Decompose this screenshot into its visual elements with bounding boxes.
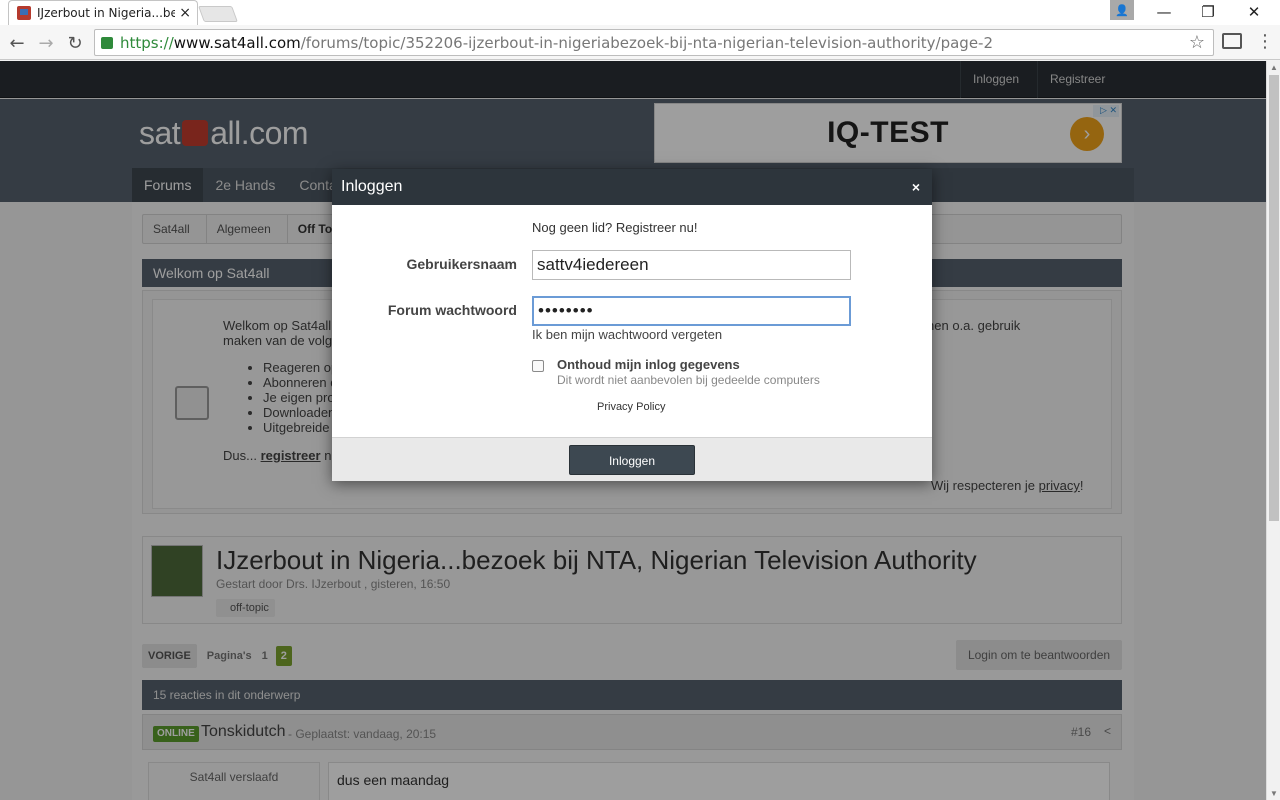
browser-tab[interactable]: IJzerbout in Nigeria...bezo × xyxy=(8,0,198,25)
page-scrollbar[interactable]: ▲ ▼ xyxy=(1266,61,1280,800)
username-field[interactable] xyxy=(532,250,851,280)
back-button[interactable]: ← xyxy=(5,31,29,55)
dialog-footer: Inloggen xyxy=(332,437,932,481)
scroll-up-icon[interactable]: ▲ xyxy=(1270,63,1278,72)
remember-me-hint: Dit wordt niet aanbevolen bij gedeelde c… xyxy=(557,373,820,387)
cast-icon[interactable] xyxy=(1222,33,1242,49)
dialog-close-icon[interactable]: × xyxy=(912,169,920,205)
profile-icon[interactable]: 👤 xyxy=(1110,0,1134,20)
url-path: /forums/topic/352206-ijzerbout-in-nigeri… xyxy=(300,33,993,52)
dialog-header: Inloggen × xyxy=(332,169,932,205)
restore-button[interactable]: ❐ xyxy=(1186,0,1230,24)
password-label: Forum wachtwoord xyxy=(387,302,517,318)
privacy-policy-link[interactable]: Privacy Policy xyxy=(597,401,665,413)
dialog-title: Inloggen xyxy=(341,178,403,195)
address-bar[interactable]: https://www.sat4all.com/forums/topic/352… xyxy=(94,29,1214,56)
remember-me-label[interactable]: Onthoud mijn inlog gegevens xyxy=(557,357,740,372)
minimize-button[interactable]: — xyxy=(1142,0,1186,24)
tab-close-icon[interactable]: × xyxy=(179,5,191,21)
url-host: www.sat4all.com xyxy=(173,33,301,52)
login-dialog: Inloggen × Nog geen lid? Registreer nu! … xyxy=(332,169,932,481)
favicon-icon xyxy=(17,6,31,20)
bookmark-star-icon[interactable]: ☆ xyxy=(1189,32,1205,53)
remember-me-checkbox[interactable] xyxy=(532,360,544,372)
url-scheme: https:// xyxy=(120,33,174,52)
login-submit-button[interactable]: Inloggen xyxy=(569,445,695,475)
close-window-button[interactable]: ✕ xyxy=(1232,0,1276,24)
username-label: Gebruikersnaam xyxy=(406,256,518,272)
browser-menu-icon[interactable]: ⋮ xyxy=(1256,31,1274,52)
scrollbar-thumb[interactable] xyxy=(1269,75,1279,521)
tab-title: IJzerbout in Nigeria...bezo xyxy=(37,6,176,20)
register-now-link[interactable]: Nog geen lid? Registreer nu! xyxy=(532,220,698,235)
password-field[interactable] xyxy=(532,296,851,326)
lock-icon xyxy=(101,36,113,49)
browser-tabbar: IJzerbout in Nigeria...bezo × 👤 — ❐ ✕ xyxy=(0,0,1280,25)
new-tab-button[interactable] xyxy=(198,6,238,22)
scroll-down-icon[interactable]: ▼ xyxy=(1270,789,1278,798)
browser-toolbar: ← → ↻ https://www.sat4all.com/forums/top… xyxy=(0,25,1280,60)
forgot-password-link[interactable]: Ik ben mijn wachtwoord vergeten xyxy=(532,327,722,342)
forward-button[interactable]: → xyxy=(34,31,58,55)
reload-button[interactable]: ↻ xyxy=(63,31,87,55)
